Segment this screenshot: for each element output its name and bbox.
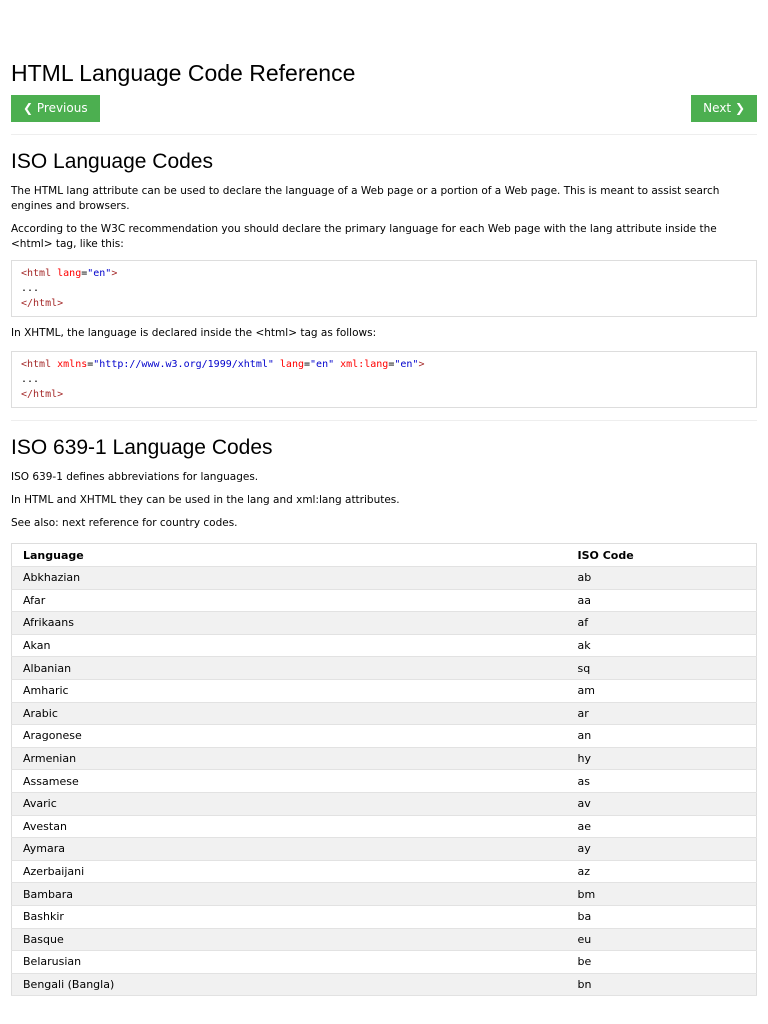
code-attr: lang [273, 359, 304, 370]
iso-code-cell: ak [566, 634, 757, 658]
see-also-paragraph: See also: next reference for country cod… [11, 517, 238, 529]
table-row: Albanian sq [11, 656, 757, 680]
language-cell: Afrikaans [11, 611, 567, 635]
iso-code-cell: be [566, 950, 757, 974]
table-row: Armenian hy [11, 747, 757, 771]
language-cell: Abkhazian [11, 566, 567, 590]
code-tag: > [111, 268, 118, 279]
language-cell: Bashkir [11, 905, 567, 929]
iso-code-cell: am [566, 679, 757, 703]
table-row: Akan ak [11, 634, 757, 658]
language-codes-table: Language ISO Code Abkhazian ab Afar aa Afrik… [11, 543, 757, 997]
language-cell: Aragonese [11, 724, 567, 748]
iso639-paragraph: ISO 639-1 defines abbreviations for lang… [11, 471, 259, 483]
table-row: Afar aa [11, 589, 757, 613]
table-row: Basque eu [11, 928, 757, 952]
xhtml-paragraph: In XHTML, the language is declared insid… [11, 327, 377, 339]
column-header-language: Language [11, 543, 567, 567]
language-cell: Amharic [11, 679, 567, 703]
iso-code-cell: az [566, 860, 757, 884]
table-row: Azerbaijani az [11, 860, 757, 884]
iso-code-cell: aa [566, 589, 757, 613]
iso-code-cell: sq [566, 656, 757, 680]
iso-code-cell: ar [566, 702, 757, 726]
language-cell: Belarusian [11, 950, 567, 974]
code-tag: <html [21, 268, 52, 279]
language-cell: Avaric [11, 792, 567, 816]
table-row: Arabic ar [11, 702, 757, 726]
language-cell: Albanian [11, 656, 567, 680]
table-row: Amharic am [11, 679, 757, 703]
iso-code-cell: bm [566, 882, 757, 906]
intro-paragraph: The HTML lang attribute can be used to d… [11, 185, 720, 212]
previous-button[interactable]: ❮ Previous [11, 95, 100, 122]
table-row: Belarusian be [11, 950, 757, 974]
code-attr: xmlns [51, 359, 88, 370]
column-header-iso-code: ISO Code [566, 543, 757, 567]
code-tag: </html> [21, 389, 64, 400]
code-tag: </html> [21, 298, 64, 309]
language-cell: Azerbaijani [11, 860, 567, 884]
language-cell: Afar [11, 589, 567, 613]
iso-code-cell: af [566, 611, 757, 635]
language-cell: Avestan [11, 815, 567, 839]
table-row: Abkhazian ab [11, 566, 757, 590]
code-attr: lang [51, 268, 82, 279]
table-row: Afrikaans af [11, 611, 757, 635]
table-row: Bengali (Bangla) bn [11, 973, 757, 997]
table-row: Aragonese an [11, 724, 757, 748]
iso-code-cell: bn [566, 973, 757, 997]
table-row: Bashkir ba [11, 905, 757, 929]
table-row: Bambara bm [11, 882, 757, 906]
language-cell: Aymara [11, 837, 567, 861]
section-heading-iso639: ISO 639-1 Language Codes [11, 436, 273, 459]
w3c-paragraph: According to the W3C recommendation you … [11, 223, 717, 250]
language-cell: Arabic [11, 702, 567, 726]
page-title: HTML Language Code Reference [11, 60, 356, 86]
code-tag: <html [21, 359, 52, 370]
code-example-html: <html lang="en"> ... </html> [11, 260, 757, 317]
iso-code-cell: an [566, 724, 757, 748]
iso-code-cell: ay [566, 837, 757, 861]
language-cell: Bambara [11, 882, 567, 906]
divider [11, 420, 757, 421]
iso-code-cell: as [566, 769, 757, 793]
code-attr: xml:lang [334, 359, 389, 370]
attributes-paragraph: In HTML and XHTML they can be used in th… [11, 494, 400, 506]
iso-code-cell: ba [566, 905, 757, 929]
divider [11, 134, 757, 135]
section-heading-iso: ISO Language Codes [11, 150, 213, 173]
table-row: Avaric av [11, 792, 757, 816]
table-row: Aymara ay [11, 837, 757, 861]
code-dots: ... [21, 374, 40, 385]
code-val: "en" [87, 268, 112, 279]
language-cell: Basque [11, 928, 567, 952]
iso-code-cell: ae [566, 815, 757, 839]
code-val: "http://www.w3.org/1999/xhtml" [93, 359, 274, 370]
page-navigation: ❮ Previous Next ❯ [11, 95, 757, 122]
code-tag: > [418, 359, 425, 370]
code-example-xhtml: <html xmlns="http://www.w3.org/1999/xhtm… [11, 351, 757, 408]
iso-code-cell: eu [566, 928, 757, 952]
language-cell: Assamese [11, 769, 567, 793]
table-row: Avestan ae [11, 815, 757, 839]
table-row: Assamese as [11, 769, 757, 793]
code-dots: ... [21, 283, 40, 294]
code-val: "en" [394, 359, 419, 370]
language-cell: Armenian [11, 747, 567, 771]
iso-code-cell: hy [566, 747, 757, 771]
language-cell: Akan [11, 634, 567, 658]
next-button[interactable]: Next ❯ [691, 95, 757, 122]
iso-code-cell: ab [566, 566, 757, 590]
iso-code-cell: av [566, 792, 757, 816]
code-val: "en" [310, 359, 335, 370]
language-cell: Bengali (Bangla) [11, 973, 567, 997]
